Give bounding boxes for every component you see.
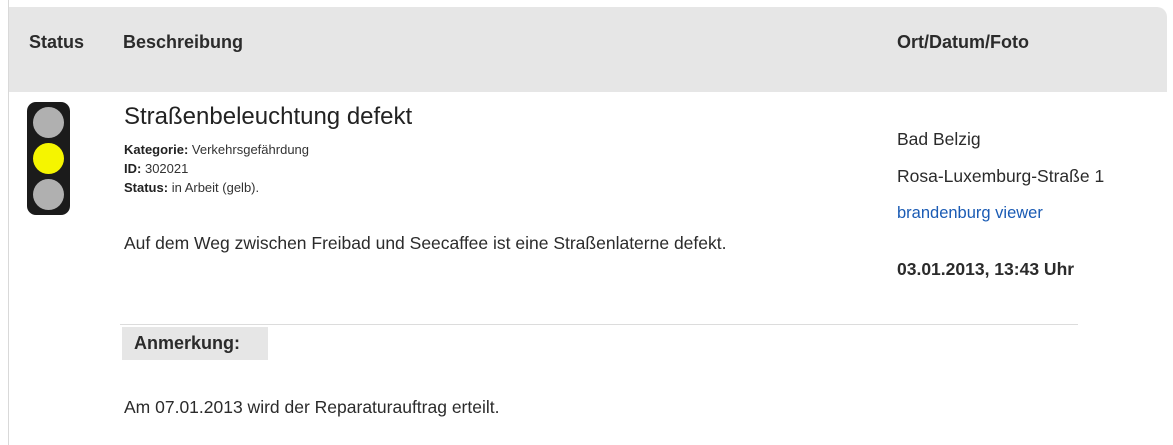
header-ort-datum-foto: Ort/Datum/Foto: [897, 32, 1029, 52]
kategorie-label: Kategorie:: [124, 142, 189, 157]
note-label: Anmerkung:: [122, 327, 268, 360]
location-street: Rosa-Luxemburg-Straße 1: [897, 166, 1105, 186]
kategorie-value: Verkehrsgefährdung: [191, 142, 310, 157]
header-status: Status: [29, 32, 85, 52]
table-header: Status Beschreibung Ort/Datum/Foto: [9, 7, 1167, 92]
report-title: Straßenbeleuchtung defekt: [124, 103, 413, 130]
divider: [120, 324, 1078, 325]
meta-kategorie: Kategorie: Verkehrsgefährdung: [124, 142, 309, 157]
header-beschreibung: Beschreibung: [123, 32, 244, 52]
report-table: Status Beschreibung Ort/Datum/Foto Straß…: [0, 0, 1173, 445]
note-text: Am 07.01.2013 wird der Reparaturauftrag …: [124, 397, 500, 417]
status-label: Status:: [124, 180, 169, 195]
report-description: Auf dem Weg zwischen Freibad und Seecaff…: [124, 233, 727, 253]
report-datetime: 03.01.2013, 13:43 Uhr: [897, 259, 1075, 279]
id-label: ID:: [124, 161, 142, 176]
lamp-bottom-off: [33, 179, 64, 210]
status-value: in Arbeit (gelb).: [171, 180, 260, 195]
location-city: Bad Belzig: [897, 129, 981, 149]
id-value: 302021: [144, 161, 189, 176]
lamp-yellow-on: [33, 143, 64, 174]
meta-id: ID: 302021: [124, 161, 188, 176]
traffic-light-icon: [27, 102, 70, 215]
meta-status: Status: in Arbeit (gelb).: [124, 180, 259, 195]
lamp-top-off: [33, 107, 64, 138]
brandenburg-viewer-link[interactable]: brandenburg viewer: [897, 204, 1043, 223]
